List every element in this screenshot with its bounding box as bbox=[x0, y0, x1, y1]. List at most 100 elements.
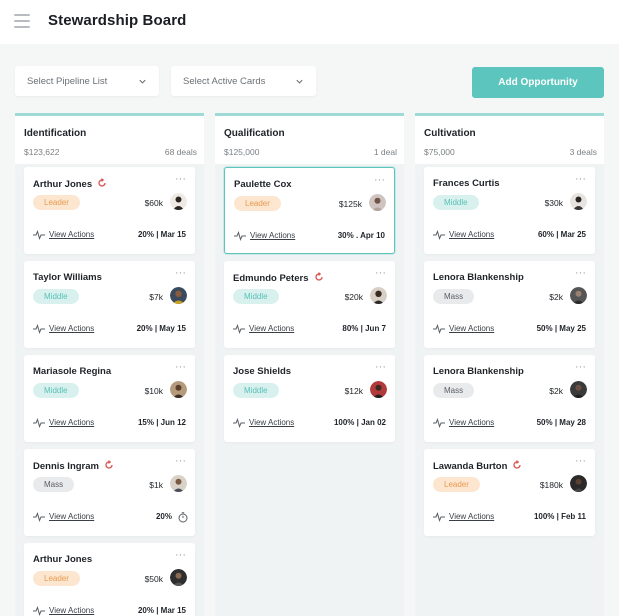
avatar bbox=[570, 287, 587, 304]
deal-card-selected[interactable]: Paulette Cox ··· Leader $125k View Actio… bbox=[224, 167, 395, 254]
view-actions-link[interactable]: View Actions bbox=[49, 324, 94, 333]
view-actions-link[interactable]: View Actions bbox=[49, 418, 94, 427]
avatar bbox=[370, 287, 387, 304]
card-name: Arthur Jones bbox=[33, 554, 93, 565]
card-name: Paulette Cox bbox=[234, 179, 292, 190]
card-name: Lawanda Burton bbox=[433, 461, 508, 472]
progress-date: 15% | Jun 12 bbox=[137, 418, 186, 427]
progress-date: 20% | May 15 bbox=[136, 324, 186, 333]
column-amount: $75,000 bbox=[424, 147, 455, 157]
view-actions-link[interactable]: View Actions bbox=[449, 230, 494, 239]
deal-card[interactable]: Arthur Jones ··· Leader $60k View Action… bbox=[24, 167, 195, 254]
activity-icon bbox=[233, 418, 245, 428]
activity-icon bbox=[33, 324, 45, 334]
view-actions-link[interactable]: View Actions bbox=[249, 418, 294, 427]
refresh-icon bbox=[513, 460, 522, 469]
view-actions-link[interactable]: View Actions bbox=[49, 230, 94, 239]
deal-amount: $180k bbox=[539, 480, 563, 490]
view-actions-link[interactable]: View Actions bbox=[250, 231, 295, 240]
column-amount: $125,000 bbox=[224, 147, 260, 157]
activity-icon bbox=[433, 230, 445, 240]
pipeline-select[interactable]: Select Pipeline List bbox=[15, 66, 159, 96]
view-actions-link[interactable]: View Actions bbox=[449, 324, 494, 333]
progress-date: 20% | Mar 15 bbox=[137, 230, 186, 239]
column-header: Qualification $125,000 1 deal bbox=[215, 116, 404, 164]
deal-amount: $12k bbox=[344, 386, 363, 396]
column-header: Cultivation $75,000 3 deals bbox=[415, 116, 604, 164]
pipeline-select-placeholder: Select Pipeline List bbox=[27, 75, 108, 87]
add-opportunity-button[interactable]: Add Opportunity bbox=[472, 67, 604, 98]
card-name: Frances Curtis bbox=[433, 178, 500, 189]
activity-icon bbox=[33, 230, 45, 240]
refresh-icon bbox=[314, 272, 323, 281]
deal-card[interactable]: Dennis Ingram ··· Mass $1k View Actions … bbox=[24, 449, 195, 536]
avatar bbox=[370, 381, 387, 398]
deal-card[interactable]: Lenora Blankenship ··· Mass $2k View Act… bbox=[424, 355, 595, 442]
segment-badge: Middle bbox=[33, 289, 79, 304]
view-actions-link[interactable]: View Actions bbox=[249, 324, 294, 333]
card-name: Mariasole Regina bbox=[33, 366, 112, 377]
more-options-icon[interactable]: ··· bbox=[575, 173, 586, 185]
more-options-icon[interactable]: ··· bbox=[575, 267, 586, 279]
active-cards-select[interactable]: Select Active Cards bbox=[171, 66, 316, 96]
more-options-icon[interactable]: ··· bbox=[175, 267, 186, 279]
deal-amount: $50k bbox=[144, 574, 163, 584]
more-options-icon[interactable]: ··· bbox=[375, 267, 386, 279]
card-name: Arthur Jones bbox=[33, 179, 93, 190]
view-actions-link[interactable]: View Actions bbox=[449, 512, 494, 521]
deal-card[interactable]: Arthur Jones ··· Leader $50k View Action… bbox=[24, 543, 195, 616]
more-options-icon[interactable]: ··· bbox=[375, 361, 386, 373]
deal-card[interactable]: Edmundo Peters ··· Middle $20k View Acti… bbox=[224, 261, 395, 348]
more-options-icon[interactable]: ··· bbox=[175, 173, 186, 185]
active-cards-select-placeholder: Select Active Cards bbox=[183, 75, 266, 87]
column-identification: Identification $123,622 68 deals Arthur … bbox=[15, 113, 204, 616]
deal-card[interactable]: Frances Curtis ··· Middle $30k View Acti… bbox=[424, 167, 595, 254]
deal-amount: $30k bbox=[544, 198, 563, 208]
avatar bbox=[170, 475, 187, 492]
card-name: Dennis Ingram bbox=[33, 461, 99, 472]
avatar bbox=[570, 475, 587, 492]
deal-amount: $60k bbox=[144, 198, 163, 208]
column-amount: $123,622 bbox=[24, 147, 60, 157]
card-name: Edmundo Peters bbox=[233, 273, 309, 284]
more-options-icon[interactable]: ··· bbox=[175, 549, 186, 561]
more-options-icon[interactable]: ··· bbox=[175, 455, 186, 467]
deal-amount: $10k bbox=[144, 386, 163, 396]
more-options-icon[interactable]: ··· bbox=[575, 361, 586, 373]
view-actions-link[interactable]: View Actions bbox=[49, 512, 94, 521]
deal-amount: $2k bbox=[549, 386, 563, 396]
avatar bbox=[170, 381, 187, 398]
avatar bbox=[170, 287, 187, 304]
column-deal-count: 68 deals bbox=[164, 147, 197, 157]
progress-date: 50% | May 25 bbox=[536, 324, 586, 333]
deal-card[interactable]: Lenora Blankenship ··· Mass $2k View Act… bbox=[424, 261, 595, 348]
avatar bbox=[369, 194, 386, 211]
progress-date: 30% . Apr 10 bbox=[337, 231, 385, 240]
more-options-icon[interactable]: ··· bbox=[374, 174, 385, 186]
deal-amount: $2k bbox=[549, 292, 563, 302]
segment-badge: Middle bbox=[433, 195, 479, 210]
deal-card[interactable]: Mariasole Regina ··· Middle $10k View Ac… bbox=[24, 355, 195, 442]
deal-card[interactable]: Taylor Williams ··· Middle $7k View Acti… bbox=[24, 261, 195, 348]
view-actions-link[interactable]: View Actions bbox=[449, 418, 494, 427]
column-deal-count: 3 deals bbox=[569, 147, 597, 157]
avatar bbox=[170, 569, 187, 586]
progress-date: 20% | Mar 15 bbox=[137, 606, 186, 615]
deal-card[interactable]: Jose Shields ··· Middle $12k View Action… bbox=[224, 355, 395, 442]
menu-icon[interactable] bbox=[14, 14, 30, 28]
deal-amount: $7k bbox=[149, 292, 163, 302]
column-qualification: Qualification $125,000 1 deal Paulette C… bbox=[215, 113, 404, 616]
segment-badge: Middle bbox=[233, 289, 279, 304]
chevron-down-icon bbox=[139, 79, 146, 84]
more-options-icon[interactable]: ··· bbox=[175, 361, 186, 373]
refresh-icon bbox=[98, 178, 106, 187]
view-actions-link[interactable]: View Actions bbox=[49, 606, 94, 615]
progress-date: 100% | Jan 02 bbox=[333, 418, 386, 427]
deal-amount: $125k bbox=[338, 199, 362, 209]
more-options-icon[interactable]: ··· bbox=[575, 455, 586, 467]
activity-icon bbox=[234, 231, 246, 241]
deal-card[interactable]: Lawanda Burton ··· Leader $180k View Act… bbox=[424, 449, 595, 536]
segment-badge: Middle bbox=[33, 383, 79, 398]
segment-badge: Mass bbox=[433, 383, 475, 398]
card-name: Lenora Blankenship bbox=[433, 272, 524, 283]
